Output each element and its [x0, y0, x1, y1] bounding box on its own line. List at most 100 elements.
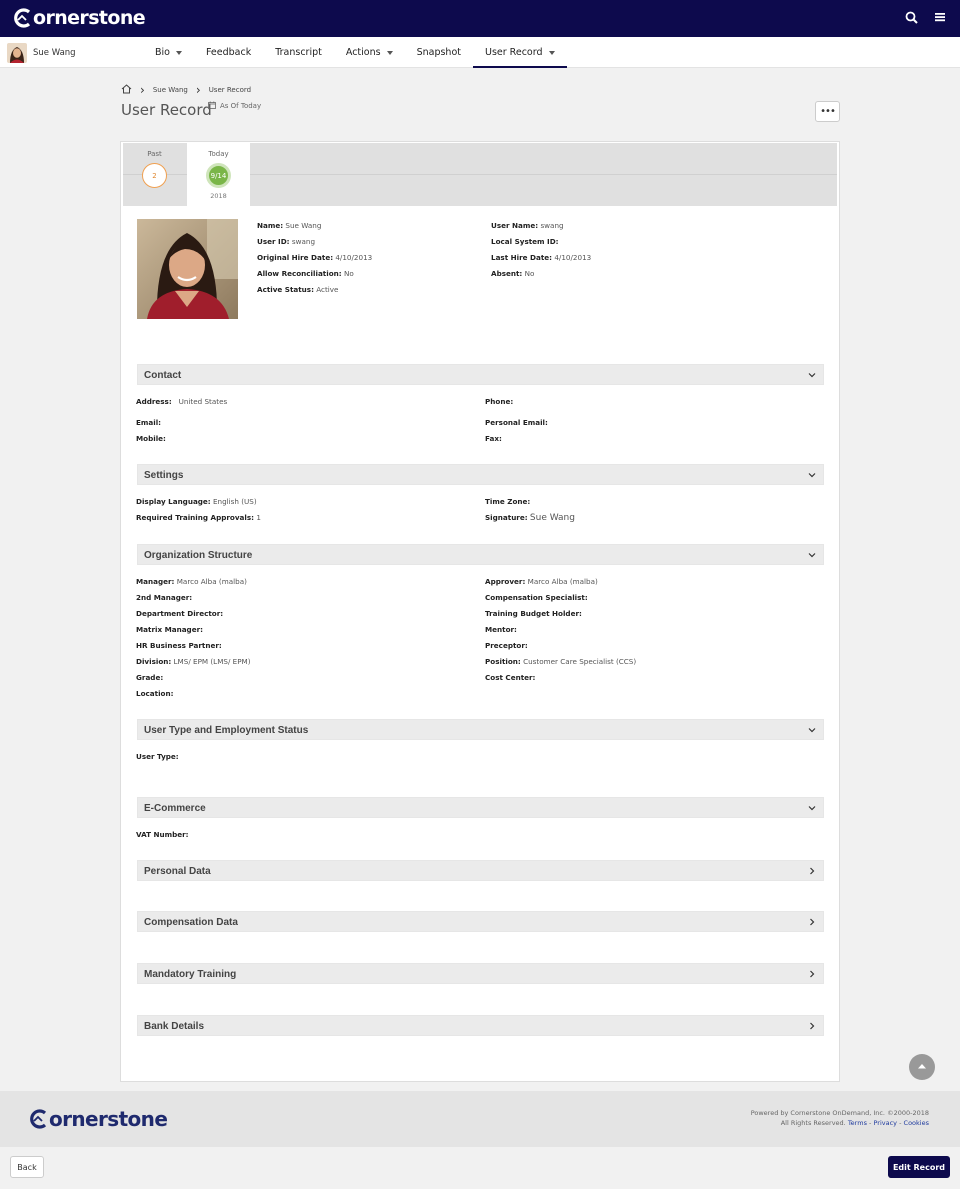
edit-record-button[interactable]: Edit Record — [888, 1156, 950, 1178]
section-e-commerce[interactable]: E-Commerce — [137, 797, 824, 818]
tab-label: Snapshot — [416, 47, 461, 58]
section-title: Personal Data — [144, 866, 211, 877]
footer-logo: ornerstone — [28, 1107, 168, 1131]
tab-bio[interactable]: Bio — [143, 37, 194, 68]
menu-icon[interactable] — [934, 11, 946, 26]
org-manager: Manager: Marco Alba (malba) — [136, 577, 247, 586]
profile-user-id: User ID: swang — [257, 237, 316, 246]
profile-user-name: User Name: swang — [491, 221, 564, 230]
nav-user[interactable]: Sue Wang — [7, 43, 76, 63]
tab-actions[interactable]: Actions — [334, 37, 405, 68]
contact-phone: Phone: — [485, 397, 514, 406]
profile-last-hire-date: Last Hire Date: 4/10/2013 — [491, 253, 592, 262]
cookies-link[interactable]: Cookies — [904, 1119, 929, 1127]
org-matrix-manager: Matrix Manager: — [136, 625, 203, 634]
chevron-right-icon — [807, 917, 817, 929]
caret-down-icon — [386, 50, 393, 55]
footer-legal: Powered by Cornerstone OnDemand, Inc. ©2… — [751, 1108, 929, 1128]
org-grade: Grade: — [136, 673, 164, 682]
timeline-past[interactable]: Past 2 — [123, 143, 186, 206]
section-title: Mandatory Training — [144, 969, 237, 980]
timeline-past-label: Past — [147, 150, 162, 158]
tab-feedback[interactable]: Feedback — [194, 37, 263, 68]
tab-label: Transcript — [275, 47, 322, 58]
section-settings[interactable]: Settings — [137, 464, 824, 485]
chevron-right-icon — [807, 969, 817, 981]
back-button[interactable]: Back — [10, 1156, 44, 1178]
org-cost-center: Cost Center: — [485, 673, 536, 682]
chevron-right-icon — [807, 866, 817, 878]
rights-text: All Rights Reserved. — [780, 1119, 846, 1127]
tab-label: Bio — [155, 47, 170, 58]
top-bar: ornerstone — [0, 0, 960, 37]
caret-down-icon — [548, 50, 555, 55]
section-personal-data[interactable]: Personal Data — [137, 860, 824, 881]
chevron-down-icon — [807, 370, 817, 382]
avatar — [7, 43, 27, 63]
home-icon[interactable] — [121, 84, 132, 96]
contact-email: Email: — [136, 418, 162, 427]
chevron-right-icon: › — [140, 83, 145, 97]
org-position: Position: Customer Care Specialist (CCS) — [485, 657, 637, 666]
user-nav-bar: Sue Wang Bio Feedback Transcript Actions… — [0, 37, 960, 68]
section-organization-structure[interactable]: Organization Structure — [137, 544, 824, 565]
calendar-icon — [208, 101, 216, 111]
chevron-down-icon — [807, 725, 817, 737]
terms-link[interactable]: Terms — [848, 1119, 867, 1127]
section-title: E-Commerce — [144, 803, 206, 814]
tab-snapshot[interactable]: Snapshot — [405, 37, 473, 68]
tab-user-record[interactable]: User Record — [473, 37, 567, 68]
tab-label: Actions — [345, 47, 381, 58]
more-options-button[interactable]: ••• — [815, 101, 840, 122]
settings-display-language: Display Language: English (US) — [136, 497, 257, 506]
breadcrumb-link[interactable]: Sue Wang — [153, 86, 188, 94]
section-title: Compensation Data — [144, 917, 238, 928]
chevron-right-icon — [807, 1021, 817, 1033]
org-mentor: Mentor: — [485, 625, 517, 634]
logo-text: ornerstone — [33, 7, 146, 29]
chevron-right-icon: › — [195, 83, 201, 97]
tab-transcript[interactable]: Transcript — [263, 37, 334, 68]
contact-fax: Fax: — [485, 434, 502, 443]
timeline-today[interactable]: Today 9/14 2018 — [187, 143, 250, 206]
as-of-date[interactable]: As Of Today — [208, 101, 261, 111]
profile-allow-reconciliation: Allow Reconciliation: No — [257, 269, 354, 278]
breadcrumb-current: User Record — [208, 86, 252, 94]
profile-absent: Absent: No — [491, 269, 535, 278]
tab-label: Feedback — [205, 47, 252, 58]
footer-logo-text: ornerstone — [49, 1107, 168, 1131]
link-separator: - — [899, 1119, 902, 1127]
section-contact[interactable]: Contact — [137, 364, 824, 385]
timeline: Past 2 Today 9/14 2018 — [123, 143, 837, 206]
org-hr-business-partner: HR Business Partner: — [136, 641, 222, 650]
section-user-type-employment-status[interactable]: User Type and Employment Status — [137, 719, 824, 740]
org-training-budget-holder: Training Budget Holder: — [485, 609, 582, 618]
section-title: Organization Structure — [144, 550, 253, 561]
timeline-today-date: 9/14 — [206, 163, 231, 188]
org-division: Division: LMS/ EPM (LMS/ EPM) — [136, 657, 251, 666]
cornerstone-logo[interactable]: ornerstone — [12, 6, 146, 30]
nav-user-name: Sue Wang — [33, 48, 76, 58]
bottom-action-bar: Back Edit Record — [0, 1147, 960, 1189]
section-title: Bank Details — [144, 1021, 205, 1032]
user-record-card: Past 2 Today 9/14 2018 Name: Sue Wang Us… — [120, 141, 840, 1082]
chevron-down-icon — [807, 470, 817, 482]
org-compensation-specialist: Compensation Specialist: — [485, 593, 588, 602]
page-title: User Record — [121, 101, 212, 119]
privacy-link[interactable]: Privacy — [873, 1119, 897, 1127]
contact-address: Address: United States — [136, 397, 228, 406]
scroll-to-top-button[interactable] — [909, 1054, 935, 1080]
timeline-past-count: 2 — [142, 163, 167, 188]
profile-name: Name: Sue Wang — [257, 221, 322, 230]
section-mandatory-training[interactable]: Mandatory Training — [137, 963, 824, 984]
profile-active-status: Active Status: Active — [257, 285, 339, 294]
search-icon[interactable] — [905, 11, 918, 26]
section-title: Settings — [144, 470, 184, 481]
profile-photo — [137, 219, 238, 319]
section-compensation-data[interactable]: Compensation Data — [137, 911, 824, 932]
section-title: Contact — [144, 370, 182, 381]
org-location: Location: — [136, 689, 174, 698]
profile-local-system-id: Local System ID: — [491, 237, 559, 246]
section-bank-details[interactable]: Bank Details — [137, 1015, 824, 1036]
section-title: User Type and Employment Status — [144, 725, 309, 736]
